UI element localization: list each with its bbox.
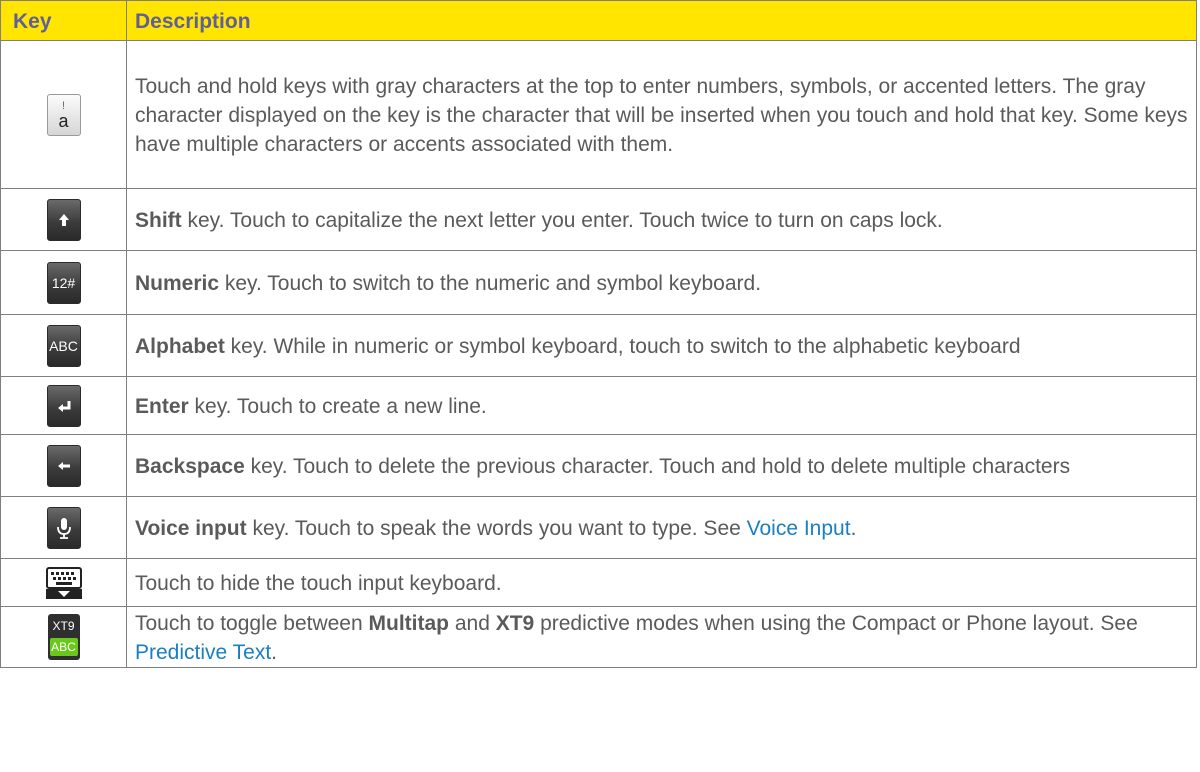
- key-cell: [0, 558, 127, 607]
- key-cell: XT9 ABC: [0, 606, 127, 668]
- description-cell: Numeric key. Touch to switch to the nume…: [126, 250, 1197, 315]
- keyboard-keys-table: Key Description ! a Touch and hold keys …: [0, 0, 1197, 668]
- xt9-toggle-key-icon: XT9 ABC: [47, 614, 80, 660]
- description-text: key. Touch to create a new line.: [188, 395, 487, 418]
- accented-letter-key-icon: ! a: [46, 93, 81, 136]
- numeric-key-icon: 12#: [46, 261, 81, 304]
- xt9-label: XT9: [52, 619, 75, 633]
- key-name: Enter: [135, 395, 189, 418]
- table-row: XT9 ABC Touch to toggle between Multitap…: [0, 606, 1197, 668]
- description-cell: Touch to hide the touch input keyboard.: [126, 558, 1197, 607]
- description-text: key. Touch to delete the previous charac…: [244, 455, 1071, 478]
- microphone-key-icon: [46, 506, 81, 549]
- description-text: Touch to hide the touch input keyboard.: [135, 572, 502, 595]
- key-name: Numeric: [135, 272, 220, 295]
- table-row: ! a Touch and hold keys with gray charac…: [0, 40, 1197, 189]
- description-cell: Backspace key. Touch to delete the previ…: [126, 434, 1197, 497]
- description-cell: Shift key. Touch to capitalize the next …: [126, 188, 1197, 251]
- key-cell: [0, 376, 127, 435]
- hide-keyboard-icon: [45, 566, 82, 599]
- description-column-header: Description: [126, 0, 1197, 41]
- multitap-label: Multitap: [368, 612, 449, 635]
- description-text: key. Touch to capitalize the next letter…: [181, 209, 943, 232]
- description-text: key. While in numeric or symbol keyboard…: [224, 335, 1021, 358]
- key-name: Shift: [135, 209, 182, 232]
- enter-key-icon: [46, 384, 81, 427]
- key-cell: 12#: [0, 250, 127, 315]
- key-name: Alphabet: [135, 335, 225, 358]
- key-column-header: Key: [0, 0, 127, 41]
- numeric-key-label: 12#: [51, 274, 76, 291]
- shift-key-icon: [46, 198, 81, 241]
- description-text: predictive modes when using the Compact …: [534, 612, 1138, 635]
- key-main-char: a: [58, 110, 69, 131]
- description-text: Touch and hold keys with gray characters…: [135, 75, 1188, 156]
- table-header-row: Key Description: [0, 0, 1197, 41]
- description-cell: Enter key. Touch to create a new line.: [126, 376, 1197, 435]
- alphabet-key-label: ABC: [49, 337, 78, 354]
- table-row: Backspace key. Touch to delete the previ…: [0, 434, 1197, 497]
- description-text: Touch to toggle between: [135, 612, 369, 635]
- key-alt-char: !: [61, 99, 66, 112]
- description-end: .: [271, 641, 278, 664]
- xt9-mode-label: XT9: [495, 612, 535, 635]
- description-cell: Alphabet key. While in numeric or symbol…: [126, 314, 1197, 377]
- key-name: Voice input: [135, 517, 247, 540]
- key-name: Backspace: [135, 455, 245, 478]
- predictive-text-link[interactable]: Predictive Text: [135, 641, 271, 664]
- description-text: and: [449, 612, 496, 635]
- description-cell: Touch and hold keys with gray characters…: [126, 40, 1197, 189]
- key-cell: [0, 188, 127, 251]
- backspace-key-icon: [46, 444, 81, 487]
- table-row: Touch to hide the touch input keyboard.: [0, 558, 1197, 607]
- table-row: Voice input key. Touch to speak the word…: [0, 496, 1197, 559]
- key-cell: ! a: [0, 40, 127, 189]
- description-text: key. Touch to speak the words you want t…: [246, 517, 747, 540]
- table-row: Enter key. Touch to create a new line.: [0, 376, 1197, 435]
- key-cell: [0, 434, 127, 497]
- alphabet-key-icon: ABC: [46, 324, 81, 367]
- table-row: ABC Alphabet key. While in numeric or sy…: [0, 314, 1197, 377]
- description-cell: Touch to toggle between Multitap and XT9…: [126, 606, 1197, 668]
- table-row: Shift key. Touch to capitalize the next …: [0, 188, 1197, 251]
- table-row: 12# Numeric key. Touch to switch to the …: [0, 250, 1197, 315]
- voice-input-link[interactable]: Voice Input: [747, 517, 851, 540]
- description-cell: Voice input key. Touch to speak the word…: [126, 496, 1197, 559]
- description-text: key. Touch to switch to the numeric and …: [219, 272, 762, 295]
- description-end: .: [850, 517, 857, 540]
- key-cell: [0, 496, 127, 559]
- abc-label: ABC: [49, 638, 78, 656]
- key-cell: ABC: [0, 314, 127, 377]
